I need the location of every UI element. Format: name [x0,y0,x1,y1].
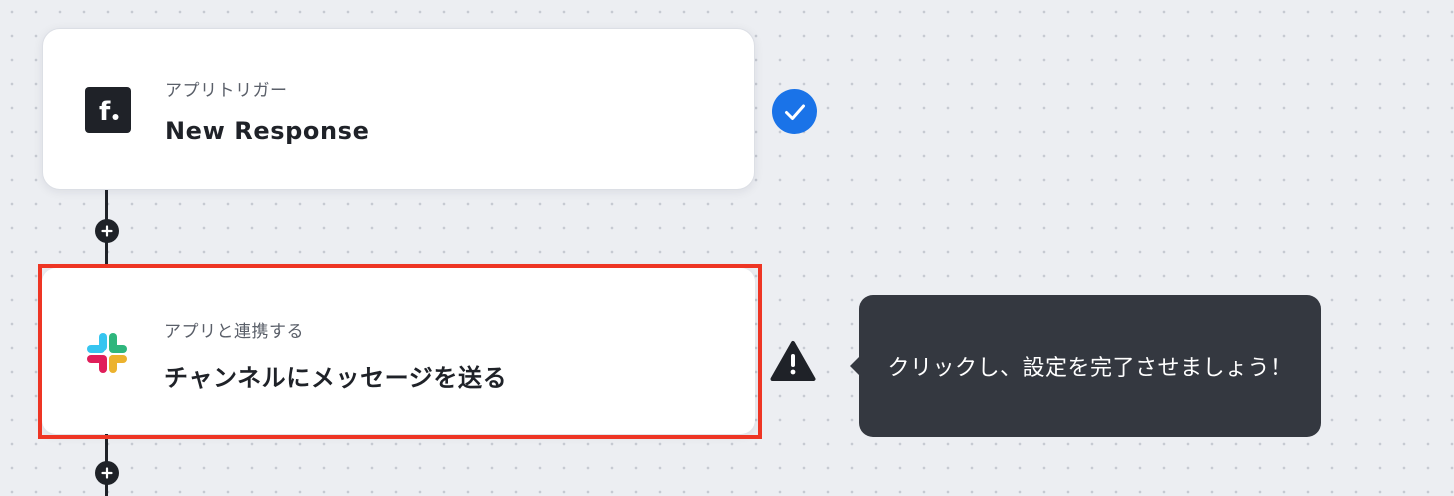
add-step-button[interactable] [95,219,119,243]
trigger-step-card[interactable]: f アプリトリガー New Response [42,28,755,190]
svg-text:f: f [99,97,111,127]
step-title: New Response [165,117,370,145]
action-step-card[interactable]: アプリと連携する チャンネルにメッセージを送る [42,268,755,434]
tooltip: クリックし、設定を完了させましょう！ [850,295,1321,437]
slack-icon [84,330,130,376]
add-step-button[interactable] [95,461,119,485]
step-kicker-label: アプリと連携する [164,322,304,342]
check-circle-icon [772,89,817,134]
step-title: チャンネルにメッセージを送る [164,364,508,392]
step-kicker-label: アプリトリガー [165,81,288,101]
warning-triangle-icon [770,340,816,382]
formbricks-f-icon: f [85,87,131,133]
tooltip-text: クリックし、設定を完了させましょう！ [887,356,1293,381]
plus-icon [101,225,113,237]
plus-icon [101,467,113,479]
